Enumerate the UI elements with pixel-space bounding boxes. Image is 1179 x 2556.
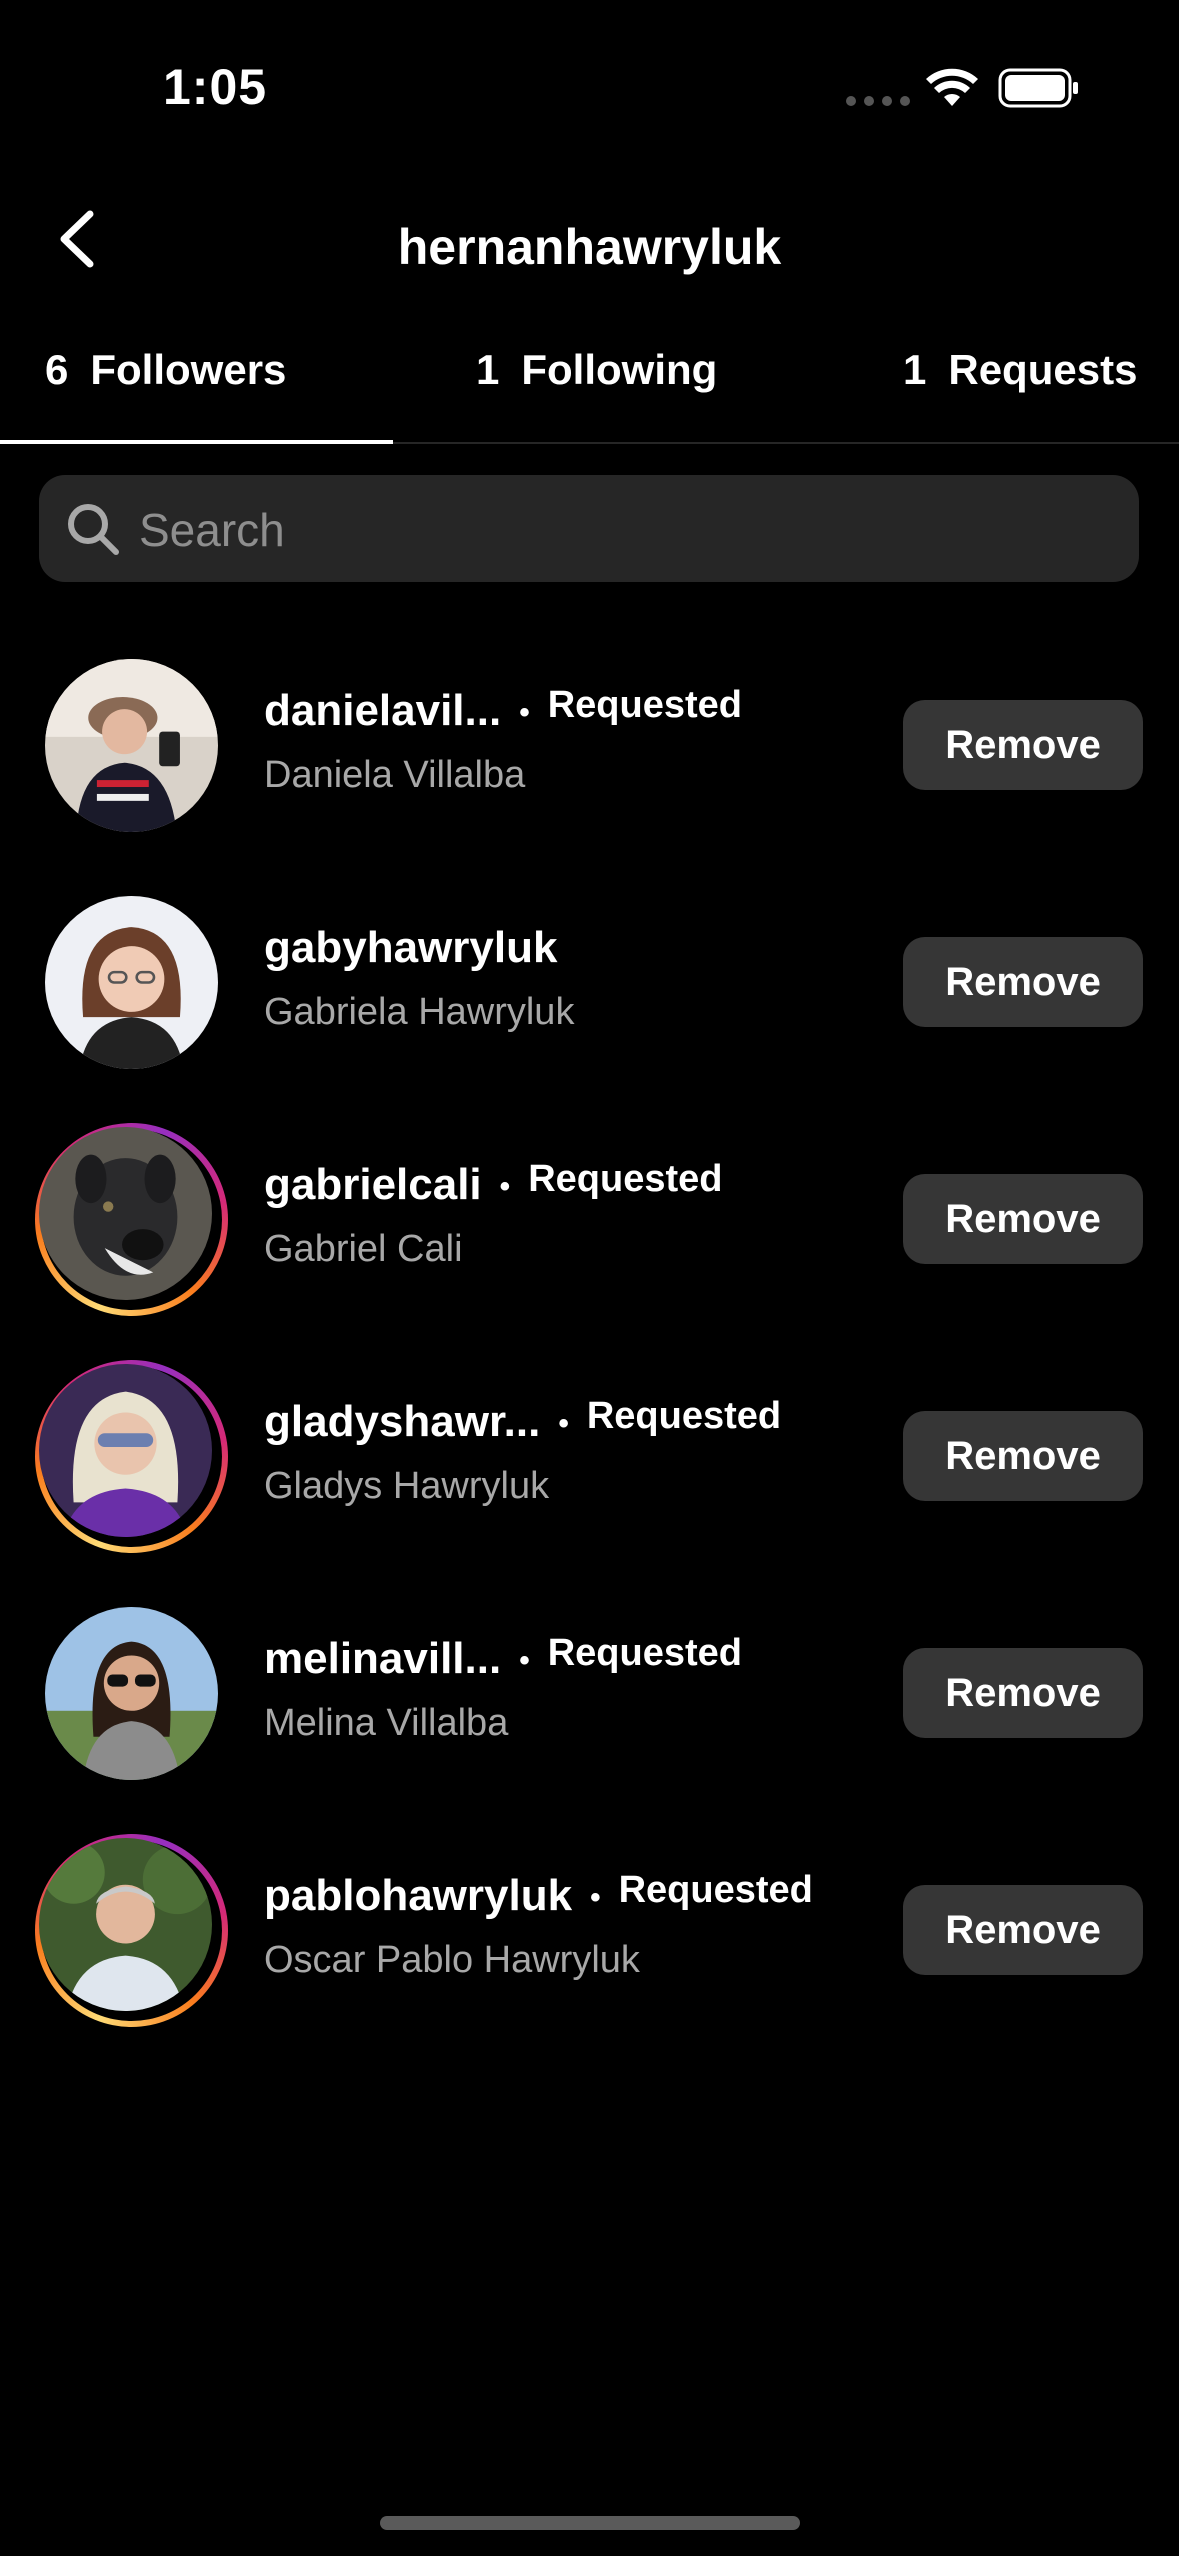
separator-dot: • [519, 696, 530, 729]
tab-following-label: Following [521, 346, 718, 393]
avatar[interactable] [45, 896, 218, 1069]
separator-dot: • [558, 1407, 569, 1440]
follower-row: melinavill... • Requested Melina Villalb… [0, 1578, 1179, 1815]
full-name: Daniela Villalba [264, 754, 526, 796]
avatar[interactable] [45, 1607, 218, 1780]
full-name: Gladys Hawryluk [264, 1465, 550, 1507]
remove-button[interactable]: Remove [903, 1885, 1143, 1975]
tab-requests-label: Requests [948, 346, 1138, 393]
active-tab-indicator [0, 440, 393, 444]
remove-button[interactable]: Remove [903, 1648, 1143, 1738]
story-ring[interactable] [35, 1360, 228, 1553]
battery-icon [998, 68, 1078, 108]
full-name: Oscar Pablo Hawryluk [264, 1939, 640, 1981]
follower-row: gladyshawr... • Requested Gladys Hawrylu… [0, 1341, 1179, 1578]
status-time: 1:05 [163, 59, 268, 115]
username[interactable]: gabrielcali [264, 1160, 482, 1210]
full-name: Melina Villalba [264, 1702, 509, 1744]
avatar[interactable] [45, 659, 218, 832]
tab-followers-label: Followers [90, 346, 287, 393]
page-title: hernanhawryluk [397, 219, 782, 275]
follower-row: gabrielcali • Requested Gabriel Cali Rem… [0, 1104, 1179, 1341]
username[interactable]: pablohawryluk [264, 1871, 572, 1921]
username[interactable]: danielavil... [264, 686, 501, 736]
search-bar[interactable] [39, 475, 1139, 584]
separator-dot: • [590, 1881, 601, 1914]
tab-requests[interactable]: 1 Requests [903, 346, 1137, 394]
tab-following[interactable]: 1 Following [476, 346, 717, 394]
tab-requests-count: 1 [903, 346, 927, 393]
follower-row: pablohawryluk • Requested Oscar Pablo Ha… [0, 1815, 1179, 2052]
remove-button[interactable]: Remove [903, 1174, 1143, 1264]
story-ring[interactable] [35, 1123, 228, 1316]
separator-dot: • [519, 1644, 530, 1677]
separator-dot: • [499, 1170, 511, 1203]
username[interactable]: melinavill... [264, 1634, 501, 1684]
remove-button[interactable]: Remove [903, 937, 1143, 1027]
username[interactable]: gladyshawr... [264, 1397, 540, 1447]
tab-followers-count: 6 [45, 346, 69, 393]
home-indicator [380, 2516, 800, 2530]
follower-row: danielavil... • Requested Daniela Villal… [0, 630, 1179, 867]
requested-label[interactable]: Requested [548, 1632, 742, 1675]
requested-label[interactable]: Requested [548, 684, 742, 727]
tab-followers[interactable]: 6 Followers [45, 346, 286, 394]
search-input[interactable] [137, 475, 1101, 584]
full-name: Gabriela Hawryluk [264, 991, 575, 1033]
requested-label[interactable]: Requested [619, 1869, 813, 1912]
requested-label[interactable]: Requested [587, 1395, 781, 1438]
full-name: Gabriel Cali [264, 1228, 463, 1270]
search-icon [68, 504, 119, 555]
requested-label[interactable]: Requested [528, 1158, 722, 1201]
cellular-signal-icon [846, 96, 910, 106]
tab-following-count: 1 [476, 346, 500, 393]
avatar[interactable] [39, 1364, 212, 1537]
remove-button[interactable]: Remove [903, 700, 1143, 790]
story-ring[interactable] [35, 1834, 228, 2027]
remove-button[interactable]: Remove [903, 1411, 1143, 1501]
username[interactable]: gabyhawryluk [264, 923, 557, 973]
avatar[interactable] [39, 1838, 212, 2011]
followers-screen: 1:05 hernanhawryluk 6 Followers 1 Followin… [0, 0, 1179, 2556]
wifi-icon [926, 68, 978, 106]
follower-row: gabyhawryluk Gabriela Hawryluk Remove [0, 867, 1179, 1104]
avatar[interactable] [39, 1127, 212, 1300]
